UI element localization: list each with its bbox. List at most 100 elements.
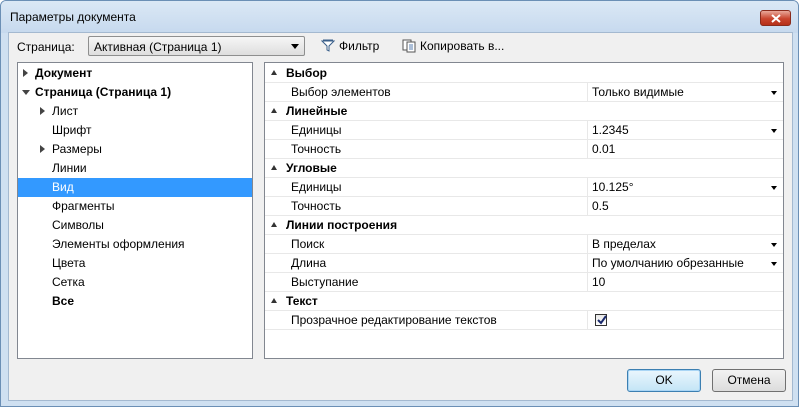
category-label: Линии построения	[286, 218, 398, 232]
tree-item-sheet[interactable]: Лист	[18, 102, 252, 121]
tree-item-label: Линии	[52, 161, 87, 175]
property-value[interactable]: 0.01	[592, 140, 615, 159]
property-name: Длина	[291, 256, 327, 270]
tree-item-design-elements[interactable]: Элементы оформления	[18, 235, 252, 254]
tree-item-symbols[interactable]: Символы	[18, 216, 252, 235]
tree-item-label: Документ	[35, 66, 93, 80]
expand-arrow-icon[interactable]	[40, 145, 45, 153]
filter-label: Фильтр	[339, 39, 380, 53]
copy-to-label: Копировать в...	[420, 39, 505, 53]
title-bar[interactable]: Параметры документа	[1, 1, 798, 33]
window-title: Параметры документа	[10, 10, 136, 24]
category-tree[interactable]: Документ Страница (Страница 1) Лист Шриф…	[17, 62, 253, 359]
property-name: Прозрачное редактирование текстов	[291, 313, 497, 327]
category-label: Текст	[286, 294, 318, 308]
column-divider	[587, 273, 588, 291]
collapse-arrow-icon[interactable]	[271, 222, 277, 227]
tree-item-label: Лист	[52, 104, 79, 118]
tree-item-grid[interactable]: Сетка	[18, 273, 252, 292]
category-angular[interactable]: Угловые	[265, 159, 783, 178]
chevron-down-icon[interactable]	[771, 243, 777, 247]
property-name: Единицы	[291, 180, 342, 194]
property-name: Точность	[291, 142, 342, 156]
chevron-down-icon[interactable]	[771, 262, 777, 266]
property-row[interactable]: Выбор элементов Только видимые	[265, 83, 783, 102]
tree-item-label: Фрагменты	[52, 199, 115, 213]
dialog-body: Страница: Активная (Страница 1) Фильтр К…	[8, 32, 793, 401]
column-divider	[587, 197, 588, 215]
tree-item-colors[interactable]: Цвета	[18, 254, 252, 273]
collapse-arrow-icon[interactable]	[271, 108, 277, 113]
property-value[interactable]: 0.5	[592, 197, 609, 216]
transparent-edit-checkbox[interactable]	[595, 314, 607, 326]
column-divider	[587, 121, 588, 139]
collapse-arrow-icon[interactable]	[271, 298, 277, 303]
tree-item-lines[interactable]: Линии	[18, 159, 252, 178]
category-label: Выбор	[286, 66, 327, 80]
document-settings-dialog: Параметры документа Страница: Активная (…	[0, 0, 799, 407]
close-icon	[771, 14, 781, 23]
property-row[interactable]: Единицы 10.125°	[265, 178, 783, 197]
category-construction-lines[interactable]: Линии построения	[265, 216, 783, 235]
page-select-value: Активная (Страница 1)	[94, 40, 222, 54]
tree-item-page[interactable]: Страница (Страница 1)	[18, 83, 252, 102]
cancel-button[interactable]: Отмена	[712, 369, 786, 392]
tree-item-label: Элементы оформления	[52, 237, 185, 251]
property-row[interactable]: Выступание 10	[265, 273, 783, 292]
chevron-down-icon[interactable]	[771, 91, 777, 95]
chevron-down-icon[interactable]	[771, 186, 777, 190]
copy-icon	[402, 39, 416, 53]
property-value[interactable]: 1.2345	[592, 121, 629, 140]
category-selection[interactable]: Выбор	[265, 64, 783, 83]
property-row[interactable]: Прозрачное редактирование текстов	[265, 311, 783, 330]
property-row[interactable]: Длина По умолчанию обрезанные	[265, 254, 783, 273]
check-icon	[597, 315, 607, 325]
column-divider	[587, 140, 588, 158]
filter-icon	[321, 39, 335, 52]
property-value[interactable]: По умолчанию обрезанные	[592, 254, 744, 273]
property-value[interactable]: 10	[592, 273, 605, 292]
category-label: Угловые	[286, 161, 337, 175]
page-select[interactable]: Активная (Страница 1)	[88, 36, 305, 56]
tree-item-fragments[interactable]: Фрагменты	[18, 197, 252, 216]
tree-item-label: Все	[52, 294, 75, 308]
toolbar: Страница: Активная (Страница 1) Фильтр К…	[9, 33, 792, 61]
property-row[interactable]: Поиск В пределах	[265, 235, 783, 254]
column-divider	[587, 254, 588, 272]
column-divider	[587, 83, 588, 101]
property-name: Единицы	[291, 123, 342, 137]
property-value[interactable]: Только видимые	[592, 83, 684, 102]
property-row[interactable]: Точность 0.01	[265, 140, 783, 159]
tree-item-document[interactable]: Документ	[18, 64, 252, 83]
collapse-arrow-icon[interactable]	[271, 70, 277, 75]
property-value[interactable]: В пределах	[592, 235, 656, 254]
close-button[interactable]	[760, 10, 791, 26]
tree-item-dimensions[interactable]: Размеры	[18, 140, 252, 159]
tree-item-label: Размеры	[52, 142, 102, 156]
property-row[interactable]: Единицы 1.2345	[265, 121, 783, 140]
tree-item-label: Вид	[52, 180, 74, 194]
column-divider	[587, 178, 588, 196]
category-text[interactable]: Текст	[265, 292, 783, 311]
expand-arrow-icon[interactable]	[23, 69, 28, 77]
property-value[interactable]: 10.125°	[592, 178, 634, 197]
column-divider	[587, 235, 588, 253]
filter-button[interactable]: Фильтр	[321, 37, 379, 55]
chevron-down-icon[interactable]	[771, 129, 777, 133]
column-divider	[587, 311, 588, 329]
tree-item-all[interactable]: Все	[18, 292, 252, 311]
property-name: Выступание	[291, 275, 359, 289]
property-grid[interactable]: Выбор Выбор элементов Только видимые Лин…	[264, 62, 784, 359]
collapse-arrow-icon[interactable]	[271, 165, 277, 170]
copy-to-button[interactable]: Копировать в...	[402, 37, 504, 55]
property-row[interactable]: Точность 0.5	[265, 197, 783, 216]
tree-item-view[interactable]: Вид	[18, 178, 252, 197]
property-name: Выбор элементов	[291, 85, 391, 99]
collapse-arrow-icon[interactable]	[22, 90, 30, 95]
tree-item-font[interactable]: Шрифт	[18, 121, 252, 140]
expand-arrow-icon[interactable]	[40, 107, 45, 115]
page-label: Страница:	[17, 40, 75, 54]
property-name: Поиск	[291, 237, 325, 251]
category-linear[interactable]: Линейные	[265, 102, 783, 121]
ok-button[interactable]: OK	[627, 369, 701, 392]
